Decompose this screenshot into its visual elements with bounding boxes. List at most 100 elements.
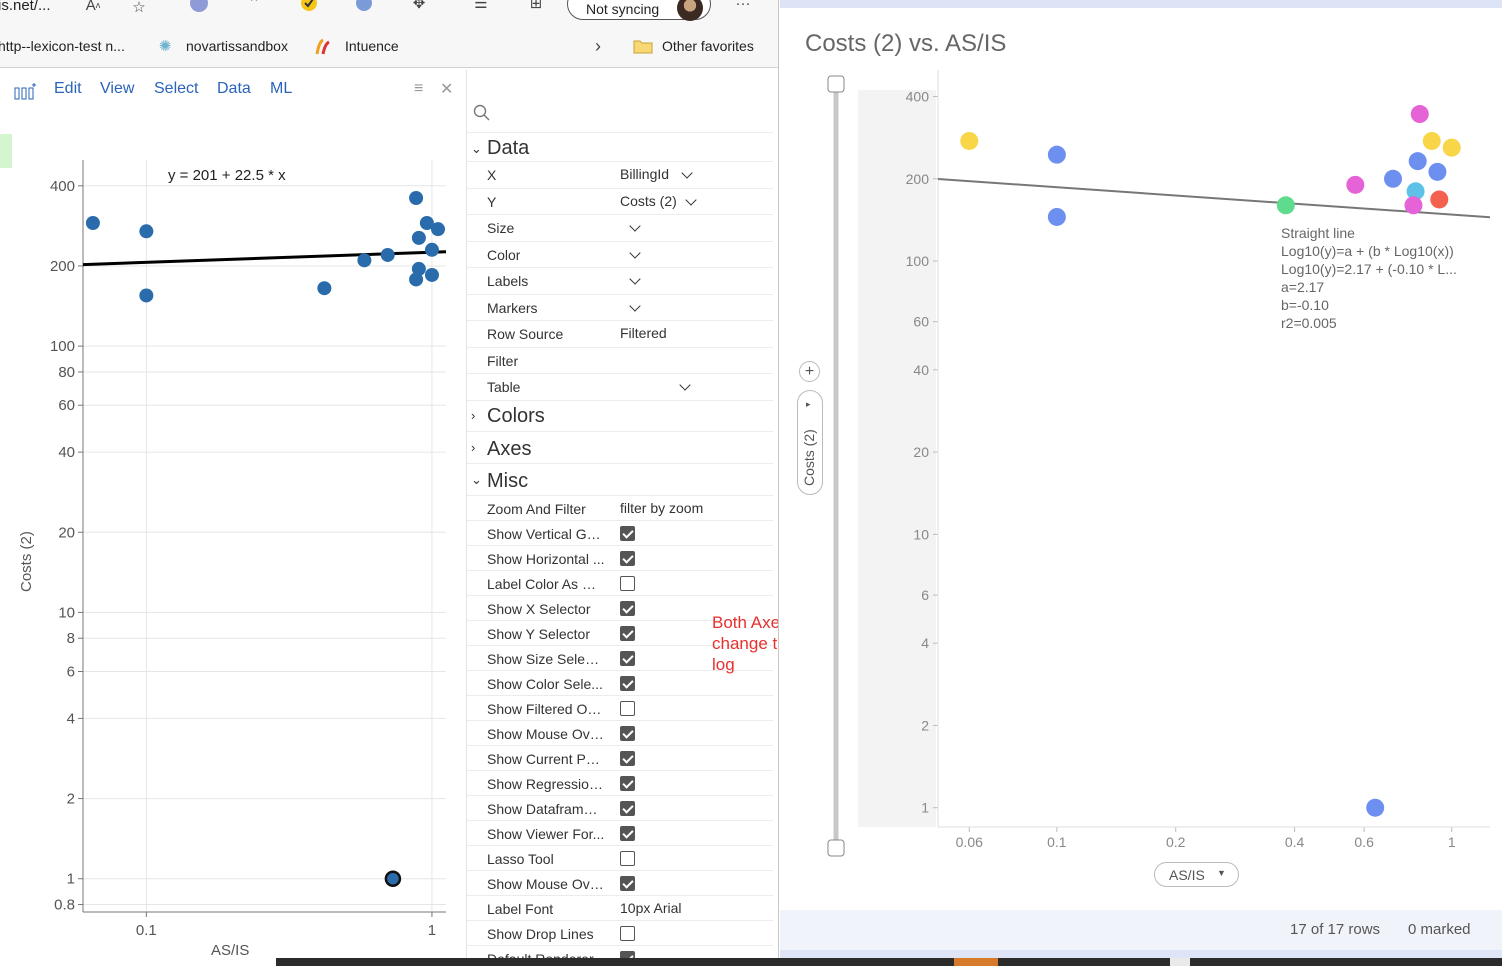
taskbar-item[interactable] bbox=[1170, 958, 1190, 966]
data-row[interactable]: Filter bbox=[467, 348, 773, 374]
extension-chevron-icon[interactable]: ⌃ bbox=[243, 0, 265, 14]
chevron-down-icon[interactable] bbox=[629, 299, 641, 312]
data-row-value[interactable]: Filtered bbox=[620, 325, 667, 341]
section-misc[interactable]: ⌄ Misc bbox=[467, 464, 773, 496]
favorites-list-icon[interactable]: ☰ bbox=[470, 0, 492, 14]
checkbox-checked[interactable] bbox=[620, 876, 635, 891]
checkbox-checked[interactable] bbox=[620, 751, 635, 766]
checkbox-checked[interactable] bbox=[620, 676, 635, 691]
misc-row[interactable]: Label Font 10px Arial bbox=[467, 896, 773, 921]
favorite-intuence[interactable]: Intuence bbox=[345, 38, 399, 54]
read-aloud-icon[interactable]: Aʌ bbox=[82, 0, 104, 16]
y-axis-selector[interactable]: ▸ Costs (2) bbox=[797, 390, 823, 495]
misc-row-label: Show Color Sele... bbox=[487, 676, 603, 692]
misc-row[interactable]: Lasso Tool bbox=[467, 846, 773, 871]
address-bar-url[interactable]: is.net/... bbox=[0, 0, 51, 14]
data-row[interactable]: Labels bbox=[467, 268, 773, 295]
right-scatter-plot[interactable]: 1 2 4 6 10 20 40 60 100 200 400 0.06 0.1 0.2 0.4 0.6 1 ▸… bbox=[780, 60, 1502, 910]
extension-shield-icon[interactable] bbox=[353, 0, 375, 14]
section-data[interactable]: ⌄ Data bbox=[467, 132, 773, 162]
ellipsis-icon[interactable]: ··· bbox=[732, 0, 754, 14]
taskbar-active-item[interactable] bbox=[954, 958, 998, 966]
chevron-down-icon[interactable] bbox=[629, 246, 641, 259]
misc-row-value[interactable]: filter by zoom bbox=[620, 500, 703, 516]
data-row[interactable]: Markers bbox=[467, 295, 773, 321]
menu-view[interactable]: View bbox=[100, 80, 134, 98]
left-data-point bbox=[424, 267, 439, 282]
menu-edit[interactable]: Edit bbox=[54, 80, 82, 98]
left-x-axis-label: AS/IS bbox=[211, 942, 250, 959]
misc-row[interactable]: Show Viewer For... bbox=[467, 821, 773, 846]
misc-row[interactable]: Show Dataframe ... bbox=[467, 796, 773, 821]
data-row-value[interactable]: BillingId bbox=[620, 166, 669, 182]
chevron-right-icon[interactable]: › bbox=[587, 35, 609, 57]
checkbox-checked[interactable] bbox=[620, 526, 635, 541]
checkbox-checked[interactable] bbox=[620, 551, 635, 566]
chevron-down-icon[interactable] bbox=[679, 379, 691, 391]
misc-row[interactable]: Show Mouse Ove... bbox=[467, 871, 773, 896]
right-data-point bbox=[1047, 145, 1066, 164]
right-plot-svg[interactable]: 1 2 4 6 10 20 40 60 100 200 400 0.06 0.1 0.2 0.4 0.6 1 bbox=[780, 60, 1502, 910]
checkbox-checked[interactable] bbox=[620, 651, 635, 666]
close-icon[interactable]: ✕ bbox=[440, 79, 453, 99]
checkbox-checked[interactable] bbox=[620, 801, 635, 816]
data-row-value[interactable]: Costs (2) bbox=[620, 193, 677, 209]
misc-row-label: Lasso Tool bbox=[487, 851, 554, 867]
section-colors[interactable]: › Colors bbox=[467, 400, 773, 432]
menu-ml[interactable]: ML bbox=[270, 80, 292, 98]
checkbox-unchecked[interactable] bbox=[620, 576, 635, 591]
checkbox-checked[interactable] bbox=[620, 826, 635, 841]
viewer-layout-icon[interactable] bbox=[14, 82, 38, 105]
misc-row[interactable]: Show Drop Lines bbox=[467, 921, 773, 946]
misc-row[interactable]: Zoom And Filter filter by zoom bbox=[467, 496, 773, 521]
x-axis-selector[interactable]: AS/IS ▼ bbox=[1154, 862, 1239, 887]
add-icon[interactable]: + bbox=[799, 361, 820, 382]
data-row[interactable]: Color bbox=[467, 242, 773, 268]
extension-check-icon[interactable] bbox=[298, 0, 320, 14]
checkbox-checked[interactable] bbox=[620, 726, 635, 741]
hamburger-menu-icon[interactable]: ≡ bbox=[414, 80, 423, 98]
data-row[interactable]: Size bbox=[467, 215, 773, 242]
chevron-down-icon[interactable] bbox=[629, 273, 641, 285]
favorite-novartissandbox[interactable]: novartissandbox bbox=[186, 38, 288, 54]
chevron-down-icon[interactable] bbox=[681, 167, 693, 179]
data-row[interactable]: Y Costs (2) bbox=[467, 189, 773, 215]
add-favorite-icon[interactable]: ☆ bbox=[128, 0, 150, 18]
menu-data[interactable]: Data bbox=[217, 80, 251, 98]
right-plot-title: Costs (2) vs. AS/IS bbox=[805, 30, 1007, 57]
other-favorites[interactable]: Other favorites bbox=[662, 38, 754, 54]
left-scatter-plot[interactable]: 0.8 1 2 4 6 8 10 20 40 60 80 100 200 400 0.1 1 y = 201 … bbox=[0, 110, 466, 966]
data-row-label: Markers bbox=[487, 299, 538, 316]
collections-icon[interactable]: ⊞ bbox=[525, 0, 547, 14]
search-icon[interactable] bbox=[473, 104, 491, 127]
misc-row[interactable]: Show Mouse Ove... bbox=[467, 721, 773, 746]
section-axes[interactable]: › Axes bbox=[467, 432, 773, 464]
sync-button[interactable]: Not syncing bbox=[567, 0, 711, 21]
misc-row[interactable]: Show Filtered Ou... bbox=[467, 696, 773, 721]
data-row[interactable]: X BillingId bbox=[467, 162, 773, 189]
sync-label: Not syncing bbox=[586, 1, 660, 17]
misc-row[interactable]: Show Vertical Gri... bbox=[467, 521, 773, 546]
data-row[interactable]: Row Source Filtered bbox=[467, 321, 773, 348]
chevron-down-icon[interactable] bbox=[629, 220, 641, 232]
extension-me-icon[interactable] bbox=[188, 0, 210, 14]
chevron-down-icon[interactable] bbox=[685, 193, 697, 206]
misc-row-value[interactable]: 10px Arial bbox=[620, 900, 681, 916]
misc-row-label: Show Regression... bbox=[487, 776, 605, 792]
favorite-lexicon[interactable]: http--lexicon-test n... bbox=[0, 38, 125, 54]
misc-row[interactable]: Show Current Poi... bbox=[467, 746, 773, 771]
checkbox-unchecked[interactable] bbox=[620, 851, 635, 866]
misc-row[interactable]: Label Color As M... bbox=[467, 571, 773, 596]
checkbox-unchecked[interactable] bbox=[620, 926, 635, 941]
checkbox-checked[interactable] bbox=[620, 601, 635, 616]
extensions-puzzle-icon[interactable]: ✥ bbox=[408, 0, 430, 14]
checkbox-unchecked[interactable] bbox=[620, 701, 635, 716]
misc-row[interactable]: Show Regression... bbox=[467, 771, 773, 796]
y-range-handle-bottom bbox=[827, 839, 845, 857]
data-row[interactable]: Table bbox=[467, 374, 773, 401]
left-plot-svg[interactable]: 0.8 1 2 4 6 8 10 20 40 60 80 100 200 400 0.1 1 bbox=[0, 110, 466, 966]
checkbox-checked[interactable] bbox=[620, 626, 635, 641]
checkbox-checked[interactable] bbox=[620, 776, 635, 791]
menu-select[interactable]: Select bbox=[154, 80, 198, 98]
misc-row[interactable]: Show Horizontal ... bbox=[467, 546, 773, 571]
